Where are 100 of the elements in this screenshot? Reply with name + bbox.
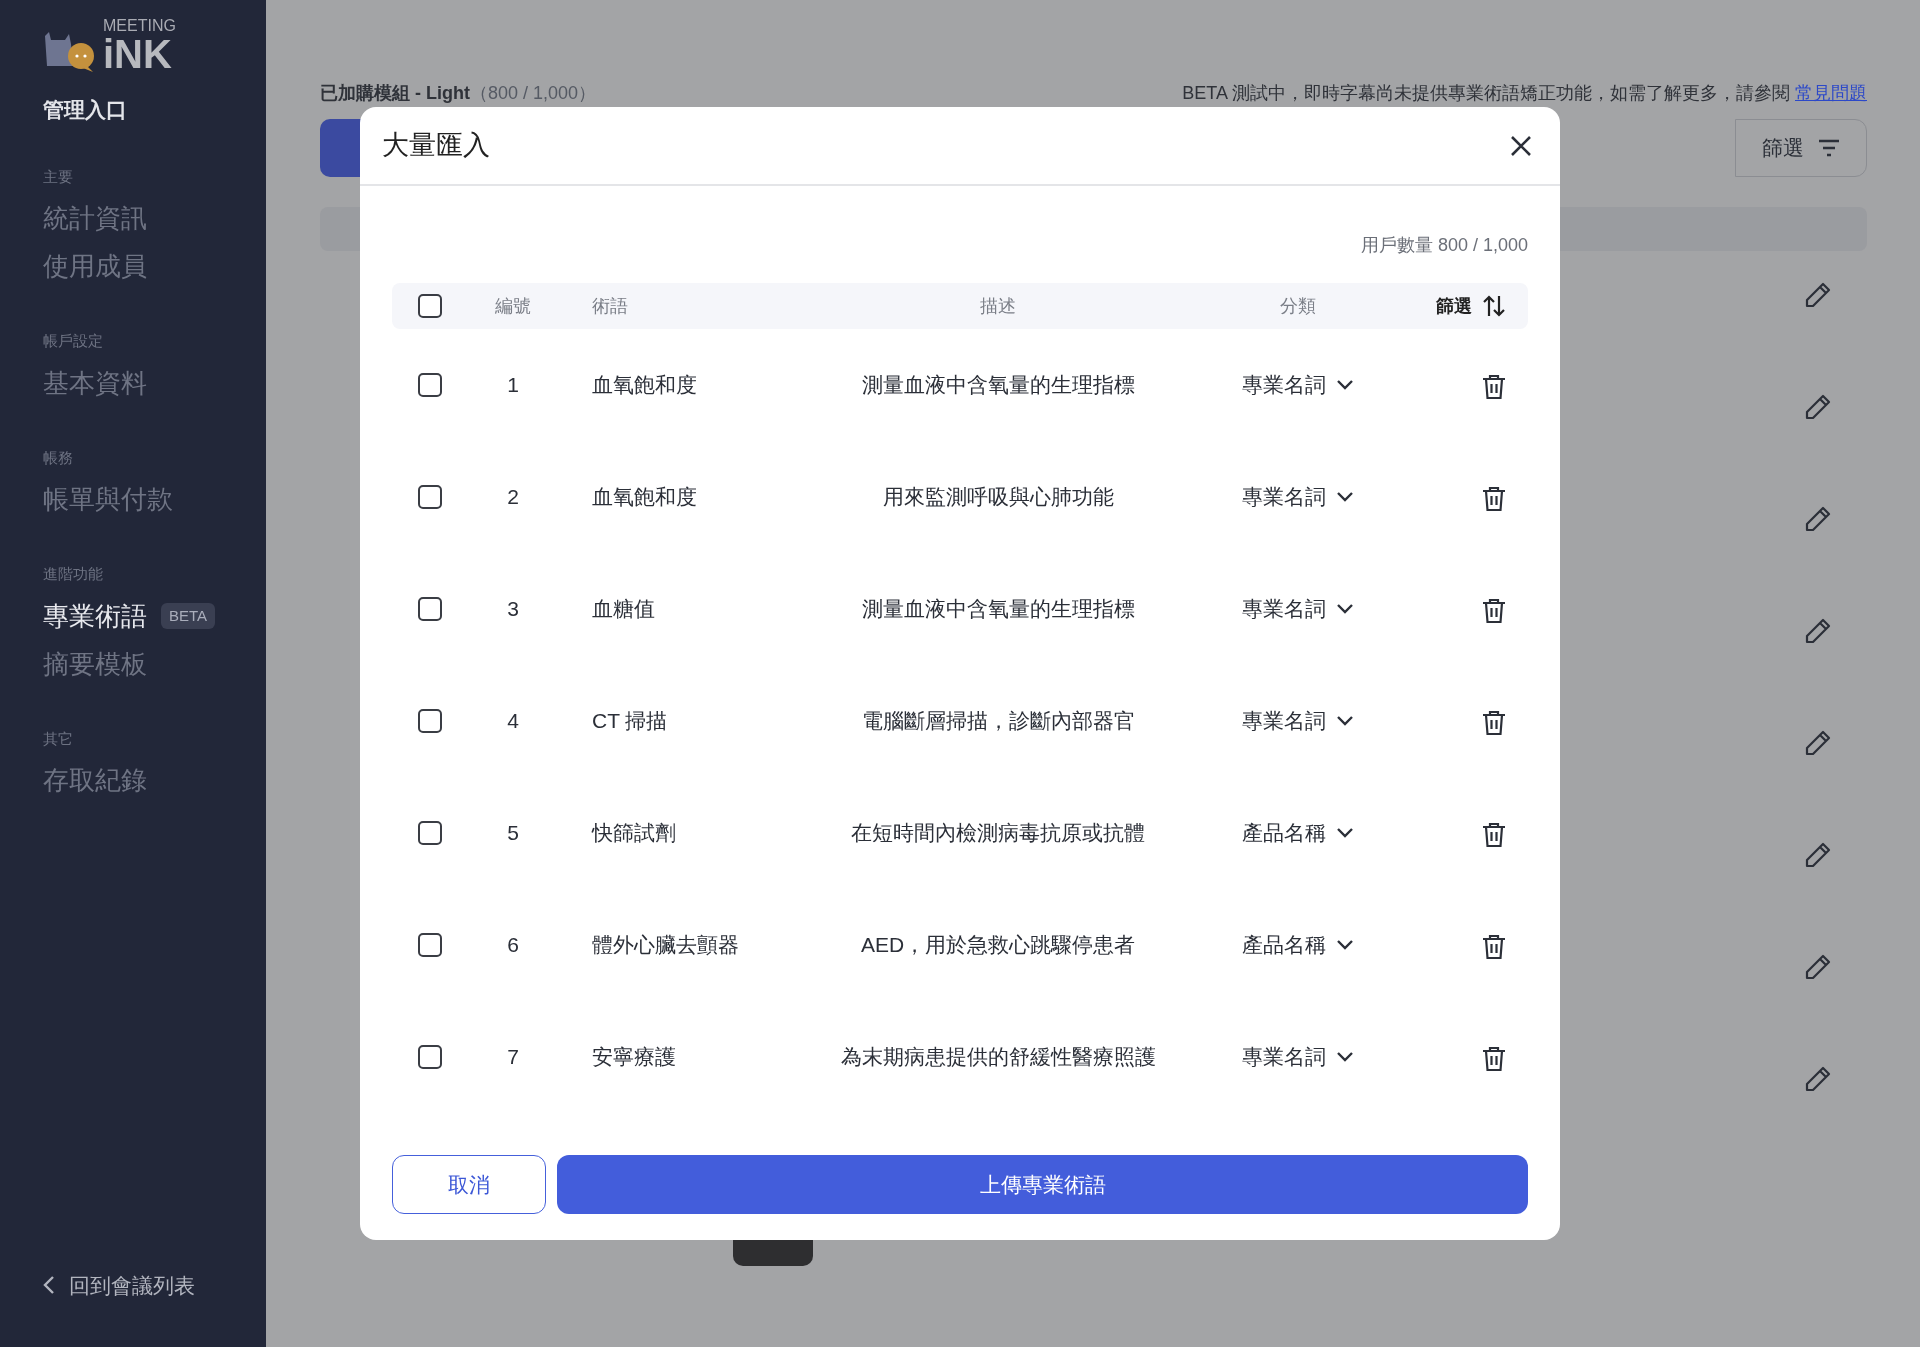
chevron-down-icon [1336, 603, 1354, 615]
modal-title: 大量匯入 [382, 129, 490, 163]
description-cell-text: 電腦斷層掃描，診斷內部器官 [860, 708, 1136, 735]
term-cell-text: 安寧療護 [591, 1044, 677, 1071]
filter-icon [1818, 139, 1840, 157]
close-icon [1510, 135, 1532, 158]
description-cell-text: AED，用於急救心跳驟停患者 [859, 932, 1137, 959]
back-link[interactable]: 回到會議列表 [43, 1269, 266, 1301]
plan-label: 已加購模組 - Light [320, 83, 470, 103]
description-cell-text: 在短時間內檢測病毒抗原或抗體 [850, 820, 1146, 847]
section-heading: 主要 [43, 166, 74, 187]
category-dropdown[interactable]: 產品名稱 [1242, 817, 1354, 849]
nav-item[interactable]: 帳單與付款 [43, 475, 266, 523]
checkbox[interactable] [418, 933, 442, 957]
checkbox[interactable] [418, 709, 442, 733]
checkbox[interactable] [418, 597, 442, 621]
chevron-down-icon [1336, 491, 1354, 503]
section-heading: 其它 [43, 728, 74, 749]
trash-icon [1482, 933, 1506, 960]
column-header: 編號 [494, 294, 532, 318]
category-dropdown[interactable]: 專業名詞 [1242, 705, 1354, 737]
chevron-down-icon [1336, 1051, 1354, 1063]
nav-label: 統計資訊 [43, 202, 147, 235]
chevron-down-icon [1336, 939, 1354, 951]
nav-item[interactable]: 使用成員 [43, 242, 266, 290]
trash-icon [1482, 821, 1506, 848]
term-cell-text: 體外心臟去顫器 [591, 932, 740, 959]
column-header: 分類 [1279, 294, 1317, 318]
nav-item[interactable]: 存取紀錄 [43, 756, 266, 804]
logo-icon [43, 30, 95, 74]
sort-icon[interactable] [1482, 294, 1506, 318]
row-number: 6 [506, 932, 520, 959]
description-cell-text: 為末期病患提供的舒緩性醫療照護 [839, 1044, 1157, 1071]
category-dropdown[interactable]: 專業名詞 [1242, 369, 1354, 401]
cancel-button[interactable]: 取消 [392, 1155, 546, 1214]
row-number: 4 [506, 708, 520, 735]
checkbox[interactable] [418, 485, 442, 509]
nav-label: 使用成員 [43, 250, 147, 283]
category-dropdown[interactable]: 產品名稱 [1242, 929, 1354, 961]
category-dropdown[interactable]: 專業名詞 [1242, 481, 1354, 513]
pencil-icon[interactable] [1805, 954, 1831, 980]
trash-icon [1482, 597, 1506, 624]
nav-item[interactable]: 統計資訊 [43, 194, 266, 242]
chevron-down-icon [1336, 379, 1354, 391]
plan-usage: （800 / 1,000） [470, 83, 597, 103]
logo-wordmark: iNK [103, 34, 173, 74]
term-cell-text: CT 掃描 [591, 708, 669, 735]
beta-notice: BETA 測試中，即時字幕尚未提供專業術語矯正功能，如需了解更多，請參閱 [1182, 83, 1791, 103]
nav-item[interactable]: 基本資料 [43, 358, 266, 407]
pencil-icon[interactable] [1805, 394, 1831, 420]
pencil-icon[interactable] [1805, 1066, 1831, 1092]
nav-item[interactable]: 專業術語 BETA [43, 591, 266, 640]
row-number: 5 [506, 820, 520, 847]
row-number: 3 [506, 596, 520, 623]
description-cell-text: 測量血液中含氧量的生理指標 [860, 596, 1136, 623]
term-cell-text: 血氧飽和度 [591, 484, 698, 511]
nav-label: 帳單與付款 [43, 483, 173, 516]
column-header: 描述 [979, 294, 1017, 318]
pencil-icon[interactable] [1805, 506, 1831, 532]
row-number: 1 [506, 372, 520, 399]
user-count: 用戶數量 800 / 1,000 [1360, 234, 1528, 257]
upload-button[interactable]: 上傳專業術語 [557, 1155, 1528, 1214]
column-header: 術語 [591, 294, 629, 318]
trash-icon [1482, 1045, 1506, 1072]
filter-label: 篩選 [1436, 294, 1472, 318]
description-cell-text: 測量血液中含氧量的生理指標 [860, 372, 1136, 399]
section-heading: 帳務 [43, 447, 74, 468]
beta-badge: BETA [161, 602, 216, 629]
trash-icon [1482, 709, 1506, 736]
checkbox[interactable] [418, 373, 442, 397]
trash-icon [1482, 373, 1506, 400]
category-dropdown[interactable]: 專業名詞 [1242, 1041, 1354, 1073]
row-number: 7 [506, 1044, 520, 1071]
checkbox[interactable] [418, 294, 442, 318]
row-number: 2 [506, 484, 520, 511]
pencil-icon[interactable] [1805, 730, 1831, 756]
nav-item[interactable]: 摘要模板 [43, 639, 266, 688]
term-cell-text: 血糖值 [591, 596, 656, 623]
pencil-icon[interactable] [1805, 282, 1831, 308]
term-cell-text: 血氧飽和度 [591, 372, 698, 399]
logo-text: MEETING [103, 18, 176, 34]
nav-label: 基本資料 [43, 366, 147, 400]
checkbox[interactable] [418, 1045, 442, 1069]
back-label: 回到會議列表 [69, 1272, 195, 1299]
checkbox[interactable] [418, 821, 442, 845]
nav-label: 專業術語 [43, 599, 147, 633]
nav-label: 存取紀錄 [43, 764, 147, 797]
nav-label: 摘要模板 [43, 647, 147, 681]
filter-button[interactable]: 篩選 [1735, 119, 1867, 177]
section-heading: 進階功能 [43, 564, 104, 584]
term-cell-text: 快篩試劑 [590, 820, 677, 847]
chevron-left-icon [43, 1275, 55, 1296]
trash-icon [1482, 485, 1506, 512]
description-cell-text: 用來監測呼吸與心肺功能 [881, 484, 1115, 511]
chevron-down-icon [1336, 715, 1354, 727]
portal-title: 管理入口 [43, 97, 128, 123]
pencil-icon[interactable] [1805, 618, 1831, 644]
section-heading: 帳戶設定 [43, 331, 104, 351]
pencil-icon[interactable] [1805, 842, 1831, 868]
category-dropdown[interactable]: 專業名詞 [1242, 593, 1354, 625]
